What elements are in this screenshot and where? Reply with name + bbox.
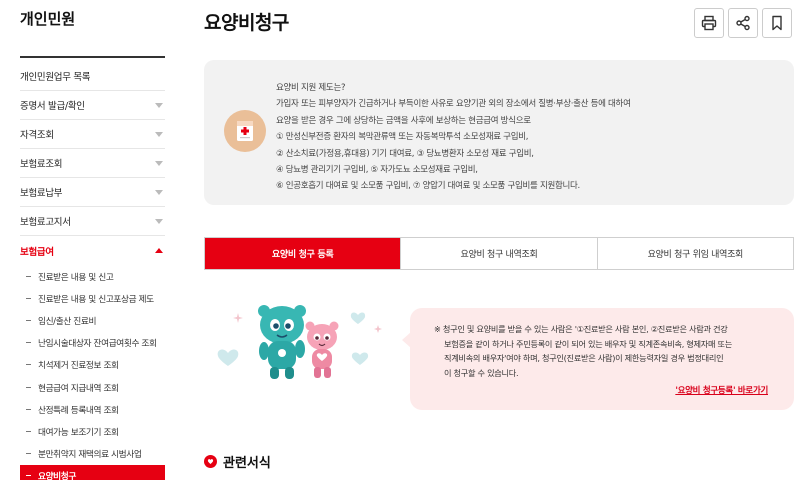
medical-document-icon [224, 110, 266, 152]
chevron-down-icon [155, 131, 163, 137]
sidebar-subitem-label: 임신/출산 진료비 [38, 316, 97, 327]
related-forms-heading: 관련서식 [204, 452, 271, 471]
dash-icon [26, 342, 31, 344]
notice-box: ※ 청구인 및 요양비를 받을 수 있는 사람은 '①진료받은 사람 본인, ②… [402, 308, 794, 410]
chevron-down-icon [155, 189, 163, 195]
sidebar-subitem-label: 난임시술대상자 잔여급여횟수 조회 [38, 339, 157, 350]
header-actions [694, 8, 792, 38]
speech-arrow [402, 332, 411, 348]
sidebar-item-eligibility[interactable]: 자격조회 [20, 120, 165, 149]
info-line: 가입자 또는 피부양자가 긴급하거나 부득이한 사유로 요양기관 외의 장소에서… [276, 99, 631, 110]
dash-icon [26, 364, 31, 366]
sidebar-item-premium-bill[interactable]: 보험료고지서 [20, 207, 165, 236]
sidebar-item-label: 보험료납부 [20, 188, 63, 199]
info-line: ⑥ 인공호흡기 대여료 및 소모품 구입비, ⑦ 양압기 대여료 및 소모품 구… [276, 181, 580, 192]
print-button[interactable] [694, 8, 724, 38]
tab-claim-history[interactable]: 요양비 청구 내역조회 [401, 238, 598, 269]
dash-icon [26, 475, 31, 477]
sidebar-item-label: 증명서 발급/확인 [20, 101, 85, 112]
info-line: ④ 당뇨병 관리기기 구입비, ⑤ 자가도뇨 소모성재료 구입비, [276, 165, 478, 176]
sidebar: 개인민원 개인민원업무 목록 증명서 발급/확인 자격조회 보험료조회 보험료납… [20, 0, 165, 480]
sidebar-item-civil-list[interactable]: 개인민원업무 목록 [20, 62, 165, 91]
sidebar-item-premium-payment[interactable]: 보험료납부 [20, 178, 165, 207]
sidebar-subitem-label: 요양비청구 [38, 472, 76, 480]
chevron-down-icon [155, 102, 163, 108]
notice-line: ※ 청구인 및 요양비를 받을 수 있는 사람은 '①진료받은 사람 본인, ②… [434, 324, 728, 334]
sidebar-subitem[interactable]: 진료받은 내용 및 신고포상금 제도 [20, 287, 165, 309]
sidebar-subitem-label: 분만취약지 재택의료 시범사업 [38, 450, 142, 461]
chevron-down-icon [155, 160, 163, 166]
sidebar-title: 개인민원 [20, 10, 76, 28]
tab-claim-register[interactable]: 요양비 청구 등록 [205, 238, 402, 269]
sidebar-subitem-label: 현금급여 지급내역 조회 [38, 383, 119, 394]
print-icon [701, 15, 717, 31]
sidebar-subitem-label: 대여가능 보조기기 조회 [38, 427, 119, 438]
bookmark-button[interactable] [762, 8, 792, 38]
page-title: 요양비청구 [204, 12, 289, 34]
sidebar-subitem[interactable]: 대여가능 보조기기 조회 [20, 420, 165, 442]
bookmark-icon [772, 15, 782, 31]
sidebar-subitem[interactable]: 치석제거 진료정보 조회 [20, 354, 165, 376]
sidebar-subitem-label: 진료받은 내용 및 신고포상금 제도 [38, 294, 154, 305]
sidebar-subitem[interactable]: 산정특례 등록내역 조회 [20, 398, 165, 420]
sidebar-item-certificate[interactable]: 증명서 발급/확인 [20, 91, 165, 120]
notice-line: 이 청구할 수 있습니다. [444, 367, 519, 378]
sidebar-item-insurance-benefits[interactable]: 보험급여 [20, 236, 165, 265]
chevron-down-icon [155, 218, 163, 224]
info-line: ② 산소치료(가정용,휴대용) 기기 대여료, ③ 당뇨병환자 소모성 재료 구… [276, 148, 534, 159]
sidebar-subitem-label: 치석제거 진료정보 조회 [38, 361, 119, 372]
dash-icon [26, 275, 31, 277]
share-icon [736, 15, 750, 31]
related-forms-title: 관련서식 [223, 456, 271, 471]
info-text: 요양비 지원 제도는? 가입자 또는 피부양자가 긴급하거나 부득이한 사유로 … [276, 80, 781, 195]
sidebar-subitem[interactable]: 진료받은 내용 및 신고 [20, 265, 165, 287]
info-line: 요양을 받은 경우 그에 상당하는 금액을 사후에 보상하는 현금급여 방식으로 [276, 115, 531, 126]
dash-icon [26, 319, 31, 321]
sidebar-menu: 개인민원업무 목록 증명서 발급/확인 자격조회 보험료조회 보험료납부 보험료… [20, 62, 165, 480]
tab-bar: 요양비 청구 등록 요양비 청구 내역조회 요양비 청구 위임 내역조회 [204, 237, 794, 270]
info-line: 요양비 지원 제도는? [276, 83, 346, 93]
dash-icon [26, 408, 31, 410]
dash-icon [26, 430, 31, 432]
sidebar-subitem[interactable]: 분만취약지 재택의료 시범사업 [20, 443, 165, 465]
sidebar-item-label: 자격조회 [20, 130, 54, 141]
dash-icon [26, 453, 31, 455]
notice-line: 직계비속의 배우자'여야 하며, 청구인(진료받은 사람)이 제한능력자일 경우… [444, 353, 724, 364]
sidebar-subitem-label: 산정특례 등록내역 조회 [38, 405, 119, 416]
sidebar-item-label: 보험료고지서 [20, 217, 71, 228]
sidebar-subitem-label: 진료받은 내용 및 신고 [38, 272, 114, 283]
dash-icon [26, 297, 31, 299]
sidebar-subitem[interactable]: 현금급여 지급내역 조회 [20, 376, 165, 398]
share-button[interactable] [728, 8, 758, 38]
forms-bullet-icon [204, 455, 217, 468]
chevron-up-icon [155, 248, 163, 253]
sidebar-subitem[interactable]: 임신/출산 진료비 [20, 309, 165, 331]
sidebar-divider [20, 56, 165, 58]
info-line: ① 만성신부전증 환자의 복막관류액 또는 자동복막투석 소모성재료 구입비, [276, 132, 529, 143]
dash-icon [26, 386, 31, 388]
notice-line: 보험증을 같이 하거나 주민등록이 같이 되어 있는 배우자 및 직계존속비속,… [444, 338, 733, 349]
sidebar-item-label: 개인민원업무 목록 [20, 72, 91, 83]
mascot-illustration [210, 295, 390, 385]
sidebar-subitem[interactable]: 난임시술대상자 잔여급여횟수 조회 [20, 332, 165, 354]
sidebar-subitem-active[interactable]: 요양비청구 [20, 464, 165, 480]
sidebar-item-label: 보험급여 [20, 246, 54, 258]
tab-delegation-history[interactable]: 요양비 청구 위임 내역조회 [598, 238, 793, 269]
notice-text: ※ 청구인 및 요양비를 받을 수 있는 사람은 '①진료받은 사람 본인, ②… [434, 322, 779, 380]
info-box: 요양비 지원 제도는? 가입자 또는 피부양자가 긴급하거나 부득이한 사유로 … [204, 60, 794, 205]
sidebar-item-label: 보험료조회 [20, 159, 63, 170]
claim-register-shortcut-link[interactable]: '요양비 청구등록' 바로가기 [675, 384, 768, 396]
sidebar-item-premium-inquiry[interactable]: 보험료조회 [20, 149, 165, 178]
